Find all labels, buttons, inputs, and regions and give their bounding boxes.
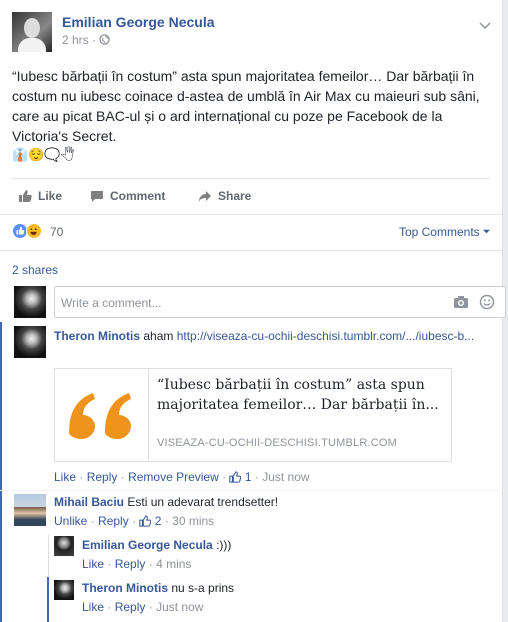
link-preview-domain: VISEAZA-CU-OCHII-DESCHISI.TUMBLR.COM bbox=[157, 437, 398, 449]
remove-preview-link[interactable]: Remove Preview bbox=[128, 470, 219, 484]
post-emoji-line: 👔😌🗨️🖑 bbox=[12, 147, 75, 162]
globe-icon bbox=[99, 34, 111, 45]
divider bbox=[0, 250, 503, 251]
comment-label: Comment bbox=[110, 189, 166, 203]
author-name[interactable]: Emilian George Necula bbox=[62, 14, 215, 30]
reply-like-link[interactable]: Like bbox=[82, 557, 104, 571]
share-icon bbox=[199, 191, 211, 202]
shares-link[interactable]: 2 shares bbox=[12, 263, 58, 277]
post-card: Emilian George Necula 2 hrs · “Iubesc bă… bbox=[0, 0, 506, 622]
thumbs-up-icon bbox=[139, 515, 152, 527]
reply-actions: Like · Reply · Just now bbox=[82, 600, 204, 614]
reply-text: nu s-a prins bbox=[171, 581, 235, 595]
divider bbox=[0, 214, 503, 215]
camera-icon[interactable] bbox=[453, 294, 469, 310]
comment-icon bbox=[91, 191, 103, 202]
comment-composer: Write a comment... bbox=[14, 286, 506, 318]
haha-reaction-icon[interactable] bbox=[26, 223, 42, 239]
link-preview-title: “Iubesc bărbații în costum” asta spun ma… bbox=[157, 377, 439, 413]
current-user-avatar bbox=[14, 286, 46, 318]
post-time[interactable]: 2 hrs bbox=[62, 33, 89, 47]
comment-actions: Like · Reply · Remove Preview · 1 · Just… bbox=[54, 470, 310, 484]
comment-like-count[interactable]: 1 bbox=[245, 470, 252, 484]
chevron-down-icon[interactable] bbox=[478, 18, 492, 32]
reply-actions: Like · Reply · 4 mins bbox=[82, 557, 192, 571]
meta-separator: · bbox=[92, 33, 97, 47]
comment-unlike-link[interactable]: Unlike bbox=[54, 514, 87, 528]
quote-mark-icon bbox=[69, 393, 131, 439]
reply-reply-link[interactable]: Reply bbox=[115, 557, 146, 571]
comment-reply-link[interactable]: Reply bbox=[98, 514, 129, 528]
comment-like-count[interactable]: 2 bbox=[155, 514, 162, 528]
reply-author[interactable]: Theron Minotis bbox=[82, 581, 168, 595]
emoji-icon[interactable] bbox=[479, 294, 495, 310]
reply-highlight-bar bbox=[47, 577, 49, 622]
comment: Mihail Baciu Esti un adevarat trendsette… bbox=[54, 494, 484, 510]
comment-text: aham bbox=[143, 329, 174, 343]
comment-button[interactable]: Comment bbox=[90, 189, 165, 203]
reply-time[interactable]: Just now bbox=[156, 600, 203, 614]
reply-text: :))) bbox=[216, 538, 232, 552]
comment-actions: Unlike · Reply · 2 · 30 mins bbox=[54, 514, 215, 528]
like-label: Like bbox=[38, 189, 63, 203]
replier-avatar[interactable] bbox=[54, 536, 74, 556]
reaction-count[interactable]: 70 bbox=[50, 225, 63, 239]
reactions-row: 70 Top Comments bbox=[12, 223, 490, 243]
replier-avatar[interactable] bbox=[54, 580, 74, 600]
comment-sort-dropdown[interactable]: Top Comments bbox=[399, 225, 490, 239]
reply-time[interactable]: 4 mins bbox=[156, 557, 191, 571]
comment-placeholder: Write a comment... bbox=[61, 296, 162, 310]
caret-down-icon bbox=[483, 229, 490, 234]
link-preview-card[interactable]: “Iubesc bărbații în costum” asta spun ma… bbox=[54, 368, 452, 462]
comment: Theron Minotis aham http://viseaza-cu-oc… bbox=[54, 328, 484, 344]
comment-author[interactable]: Mihail Baciu bbox=[54, 495, 124, 509]
like-button[interactable]: Like bbox=[18, 189, 62, 203]
share-button[interactable]: Share bbox=[198, 189, 251, 203]
reply-reply-link[interactable]: Reply bbox=[115, 600, 146, 614]
thread-highlight-bar bbox=[0, 322, 2, 622]
author-avatar[interactable] bbox=[12, 12, 52, 52]
commenter-avatar[interactable] bbox=[14, 326, 46, 358]
comment-time[interactable]: Just now bbox=[262, 470, 309, 484]
post-header: Emilian George Necula 2 hrs · bbox=[12, 12, 492, 54]
comment-like-link[interactable]: Like bbox=[54, 470, 76, 484]
comment-text: Esti un adevarat trendsetter! bbox=[127, 495, 279, 509]
comment-input[interactable]: Write a comment... bbox=[54, 286, 506, 318]
reply: Theron Minotis nu s-a prins bbox=[82, 580, 482, 596]
post-text: “Iubesc bărbații în costum” asta spun ma… bbox=[12, 68, 480, 144]
post-meta: 2 hrs · bbox=[62, 33, 111, 47]
commenter-avatar[interactable] bbox=[14, 494, 46, 526]
thumbs-up-icon bbox=[229, 471, 242, 483]
reply-author[interactable]: Emilian George Necula bbox=[82, 538, 213, 552]
share-label: Share bbox=[218, 189, 252, 203]
comment-link[interactable]: http://viseaza-cu-ochii-deschisi.tumblr.… bbox=[177, 329, 474, 343]
post-action-bar: Like Comment Share bbox=[12, 178, 490, 214]
reply-like-link[interactable]: Like bbox=[82, 600, 104, 614]
comment-time[interactable]: 30 mins bbox=[172, 514, 214, 528]
divider bbox=[0, 490, 503, 491]
reply: Emilian George Necula :))) bbox=[82, 537, 482, 553]
comment-author[interactable]: Theron Minotis bbox=[54, 329, 140, 343]
link-preview-thumbnail bbox=[55, 369, 149, 461]
comment-reply-link[interactable]: Reply bbox=[87, 470, 118, 484]
comment-sort-label: Top Comments bbox=[398, 225, 480, 239]
thumbs-up-icon bbox=[19, 190, 32, 202]
